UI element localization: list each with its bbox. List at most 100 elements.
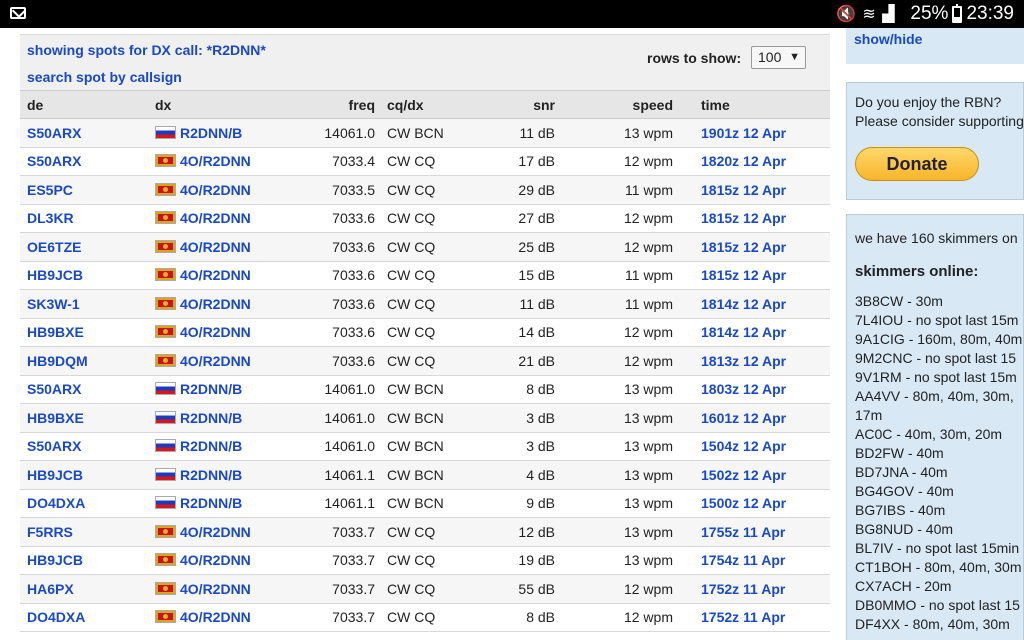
dx-callsign-link[interactable]: 4O/R2DNN bbox=[180, 210, 251, 226]
mode-cell: CW CQ bbox=[375, 175, 485, 205]
speed-cell: 13 wpm bbox=[555, 517, 673, 547]
donate-box: Do you enjoy the RBN? Please consider su… bbox=[846, 82, 1024, 200]
spotter-callsign-link[interactable]: OE6TZE bbox=[27, 239, 81, 255]
snr-cell: 21 dB bbox=[485, 346, 555, 376]
spot-time-link[interactable]: 1814z 12 Apr bbox=[701, 324, 786, 340]
mode-cell: CW CQ bbox=[375, 517, 485, 547]
spotter-callsign-link[interactable]: DL3KR bbox=[27, 210, 74, 226]
dx-callsign-link[interactable]: 4O/R2DNN bbox=[180, 239, 251, 255]
frequency-cell: 7033.6 bbox=[313, 261, 375, 290]
spot-time-link[interactable]: 1815z 12 Apr bbox=[701, 267, 786, 283]
spotter-callsign-link[interactable]: S50ARX bbox=[27, 438, 81, 454]
skimmers-count: we have 160 skimmers on bbox=[855, 230, 1018, 246]
spotter-callsign-link[interactable]: HB9BXE bbox=[27, 410, 84, 426]
dx-callsign-link[interactable]: 4O/R2DNN bbox=[180, 552, 251, 568]
spot-time-link[interactable]: 1601z 12 Apr bbox=[701, 410, 786, 426]
header-snr[interactable]: snr bbox=[485, 90, 555, 119]
mode-cell: CW BCN bbox=[375, 460, 485, 490]
donate-button[interactable]: Donate bbox=[855, 147, 979, 181]
snr-cell: 15 dB bbox=[485, 261, 555, 290]
spotter-callsign-link[interactable]: F5RRS bbox=[27, 524, 73, 540]
dx-callsign-link[interactable]: R2DNN/B bbox=[180, 495, 242, 511]
mode-cell: CW BCN bbox=[375, 403, 485, 433]
table-row: HB9BXE 4O/R2DNN 7033.6 CW CQ 14 dB 12 wpm 1814… bbox=[20, 318, 830, 347]
dx-callsign-link[interactable]: 4O/R2DNN bbox=[180, 267, 251, 283]
table-row: HB9JCB 4O/R2DNN 7033.7 CW CQ 19 dB 13 wpm 1754… bbox=[20, 546, 830, 575]
spot-time-link[interactable]: 1813z 12 Apr bbox=[701, 353, 786, 369]
speed-cell: 12 wpm bbox=[555, 346, 673, 376]
mode-cell: CW CQ bbox=[375, 346, 485, 376]
spotter-callsign-link[interactable]: HB9BXE bbox=[27, 324, 84, 340]
dx-callsign-link[interactable]: R2DNN/B bbox=[180, 125, 242, 141]
spotter-callsign-link[interactable]: HB9JCB bbox=[27, 267, 83, 283]
country-flag-icon bbox=[155, 182, 176, 196]
header-freq[interactable]: freq bbox=[313, 90, 375, 119]
skimmer-item: 9V1RM - no spot last 15m bbox=[855, 369, 1017, 385]
showing-spots-link[interactable]: showing spots for DX call: *R2DNN* bbox=[27, 42, 266, 58]
spotter-callsign-link[interactable]: S50ARX bbox=[27, 381, 81, 397]
dx-callsign-link[interactable]: R2DNN/B bbox=[180, 381, 242, 397]
spot-time-link[interactable]: 1754z 11 Apr bbox=[701, 552, 785, 568]
table-row: DO4DXA R2DNN/B 14061.1 CW BCN 9 dB 13 wpm 1500… bbox=[20, 489, 830, 518]
spotter-callsign-link[interactable]: HA6PX bbox=[27, 581, 74, 597]
dx-callsign-link[interactable]: R2DNN/B bbox=[180, 410, 242, 426]
header-dx[interactable]: dx bbox=[155, 90, 313, 119]
rows-to-show-select[interactable]: 100 ▼ bbox=[751, 46, 806, 69]
mode-cell: CW BCN bbox=[375, 432, 485, 461]
spotter-callsign-link[interactable]: S50ARX bbox=[27, 125, 81, 141]
spot-time-link[interactable]: 1504z 12 Apr bbox=[701, 438, 786, 454]
table-row: HB9DQM 4O/R2DNN 7033.6 CW CQ 21 dB 12 wpm 1813… bbox=[20, 346, 830, 376]
status-icons: 🔇 ≋ ▟ bbox=[836, 6, 896, 23]
dx-callsign-link[interactable]: 4O/R2DNN bbox=[180, 581, 251, 597]
spotter-callsign-link[interactable]: DO4DXA bbox=[27, 495, 85, 511]
dx-callsign-link[interactable]: 4O/R2DNN bbox=[180, 524, 251, 540]
spot-time-link[interactable]: 1901z 12 Apr bbox=[701, 125, 786, 141]
dx-callsign-link[interactable]: 4O/R2DNN bbox=[180, 182, 251, 198]
spot-time-link[interactable]: 1752z 11 Apr bbox=[701, 581, 785, 597]
frequency-cell: 7033.6 bbox=[313, 318, 375, 347]
frequency-cell: 14061.1 bbox=[313, 489, 375, 518]
spotter-callsign-link[interactable]: HB9JCB bbox=[27, 467, 83, 483]
spot-time-link[interactable]: 1815z 12 Apr bbox=[701, 239, 786, 255]
snr-cell: 3 dB bbox=[485, 432, 555, 461]
dx-callsign-link[interactable]: 4O/R2DNN bbox=[180, 609, 251, 625]
spot-time-link[interactable]: 1815z 12 Apr bbox=[701, 182, 786, 198]
dx-callsign-link[interactable]: 4O/R2DNN bbox=[180, 353, 251, 369]
spot-time-link[interactable]: 1803z 12 Apr bbox=[701, 381, 786, 397]
skimmer-item: 3B8CW - 30m bbox=[855, 293, 943, 309]
spot-time-link[interactable]: 1820z 12 Apr bbox=[701, 153, 786, 169]
spotter-callsign-link[interactable]: S50ARX bbox=[27, 153, 81, 169]
skimmer-item: BG4GOV - 40m bbox=[855, 483, 954, 499]
dx-callsign-link[interactable]: 4O/R2DNN bbox=[180, 153, 251, 169]
country-flag-icon bbox=[155, 154, 176, 168]
spot-time-link[interactable]: 1815z 12 Apr bbox=[701, 210, 786, 226]
table-row: OE6TZE 4O/R2DNN 7033.6 CW CQ 25 dB 12 wpm 1815… bbox=[20, 232, 830, 262]
table-row: ES5PC 4O/R2DNN 7033.5 CW CQ 29 dB 11 wpm 1815z… bbox=[20, 175, 830, 205]
dx-callsign-link[interactable]: 4O/R2DNN bbox=[180, 324, 251, 340]
spotter-callsign-link[interactable]: HB9JCB bbox=[27, 552, 83, 568]
spotter-callsign-link[interactable]: ES5PC bbox=[27, 182, 73, 198]
table-row: DL3KR 4O/R2DNN 7033.6 CW CQ 27 dB 12 wpm 1815z… bbox=[20, 204, 830, 233]
header-speed[interactable]: speed bbox=[555, 90, 673, 119]
spotter-callsign-link[interactable]: SK3W-1 bbox=[27, 296, 80, 312]
show-hide-link[interactable]: show/hide bbox=[854, 31, 922, 47]
table-row: HB9BXE R2DNN/B 14061.0 CW BCN 3 dB 13 wpm 1601… bbox=[20, 403, 830, 433]
header-time[interactable]: time bbox=[673, 90, 830, 119]
dx-callsign-link[interactable]: R2DNN/B bbox=[180, 467, 242, 483]
header-cqdx[interactable]: cq/dx bbox=[375, 90, 485, 119]
snr-cell: 4 dB bbox=[485, 460, 555, 490]
mode-cell: CW CQ bbox=[375, 574, 485, 604]
spot-time-link[interactable]: 1814z 12 Apr bbox=[701, 296, 786, 312]
spotter-callsign-link[interactable]: HB9DQM bbox=[27, 353, 88, 369]
snr-cell: 9 dB bbox=[485, 489, 555, 518]
spotter-callsign-link[interactable]: DO4DXA bbox=[27, 609, 85, 625]
search-spot-link[interactable]: search spot by callsign bbox=[27, 69, 182, 85]
spot-time-link[interactable]: 1752z 11 Apr bbox=[701, 609, 785, 625]
country-flag-icon bbox=[155, 553, 176, 567]
header-de[interactable]: de bbox=[20, 90, 155, 119]
spot-time-link[interactable]: 1500z 12 Apr bbox=[701, 495, 786, 511]
spot-time-link[interactable]: 1755z 11 Apr bbox=[701, 524, 785, 540]
spot-time-link[interactable]: 1502z 12 Apr bbox=[701, 467, 786, 483]
dx-callsign-link[interactable]: 4O/R2DNN bbox=[180, 296, 251, 312]
dx-callsign-link[interactable]: R2DNN/B bbox=[180, 438, 242, 454]
